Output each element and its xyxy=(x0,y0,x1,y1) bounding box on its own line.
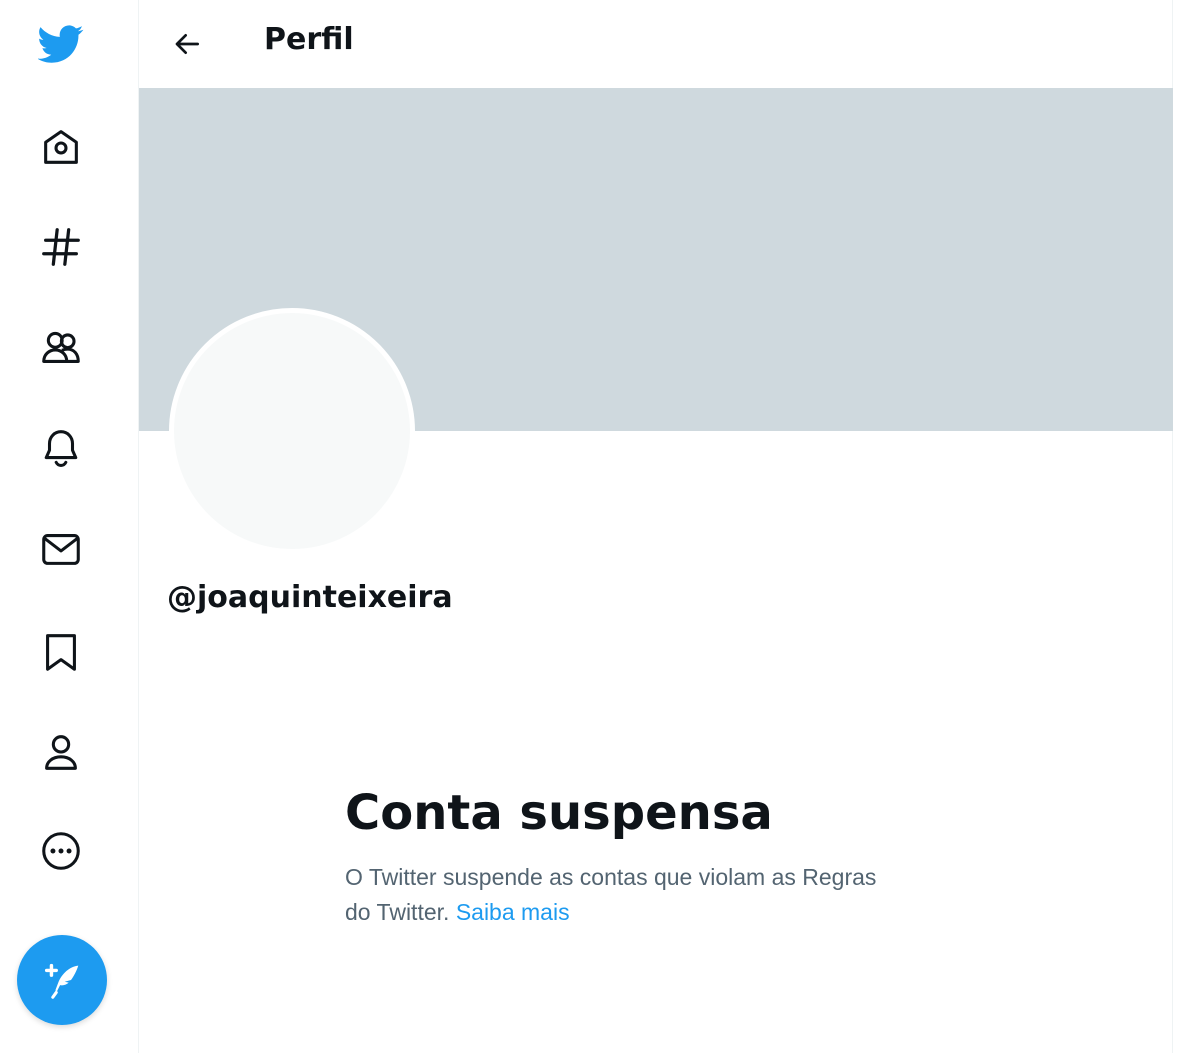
twitter-logo-icon[interactable] xyxy=(36,18,86,68)
sidebar-item-messages[interactable] xyxy=(36,524,86,574)
hashtag-icon xyxy=(42,228,80,266)
suspended-message-line2: do Twitter. xyxy=(345,899,450,925)
more-icon xyxy=(42,832,80,870)
profile-header: Perfil xyxy=(139,0,1172,88)
sidebar-item-communities[interactable] xyxy=(36,323,86,373)
sidebar-item-notifications[interactable] xyxy=(36,423,86,473)
profile-handle: @joaquinteixeira xyxy=(167,580,453,615)
compose-tweet-button[interactable] xyxy=(17,935,107,1025)
sidebar-item-bookmarks[interactable] xyxy=(36,627,86,677)
learn-more-link[interactable]: Saiba mais xyxy=(456,899,570,925)
bell-icon xyxy=(44,430,78,467)
communities-icon xyxy=(42,331,80,363)
suspended-message-line1: O Twitter suspende as contas que violam … xyxy=(345,864,877,890)
feather-plus-icon xyxy=(44,963,79,999)
back-button[interactable] xyxy=(167,24,207,64)
home-icon xyxy=(44,130,78,164)
profile-icon xyxy=(45,735,77,770)
suspended-heading: Conta suspensa xyxy=(345,785,773,841)
bookmark-icon xyxy=(46,634,76,671)
sidebar-item-profile[interactable] xyxy=(36,727,86,777)
twitter-bird-icon xyxy=(38,25,84,63)
envelope-icon xyxy=(42,534,80,565)
sidebar-item-home[interactable] xyxy=(36,122,86,172)
profile-column: Perfil @joaquinteixeira Conta suspensa O… xyxy=(138,0,1173,1053)
suspended-message: O Twitter suspende as contas que violam … xyxy=(345,860,965,930)
avatar[interactable] xyxy=(169,308,415,554)
arrow-left-icon xyxy=(175,34,199,54)
sidebar-nav xyxy=(0,0,138,1053)
page-title: Perfil xyxy=(264,22,354,57)
sidebar-item-explore[interactable] xyxy=(36,222,86,272)
sidebar-item-more[interactable] xyxy=(36,826,86,876)
